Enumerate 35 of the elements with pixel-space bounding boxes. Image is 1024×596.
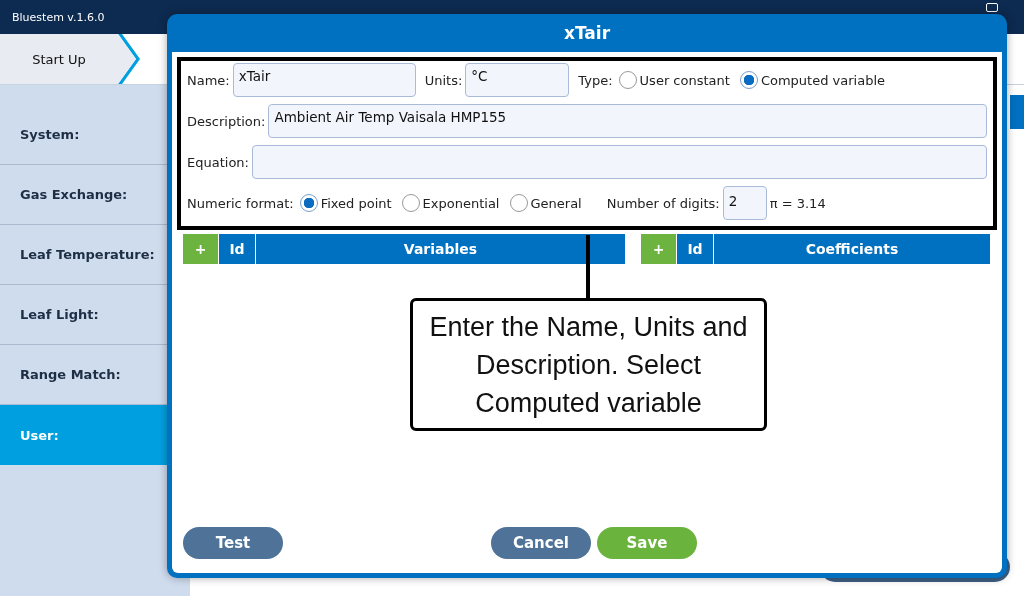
equation-field[interactable] <box>251 145 987 179</box>
chevron-icon <box>118 34 140 84</box>
equation-label: Equation: <box>187 154 249 170</box>
action-button[interactable]: Cancel <box>491 527 591 559</box>
units-label: Units: <box>424 72 463 88</box>
column-header: Id <box>677 234 713 264</box>
pi-preview: π = 3.14 <box>769 195 826 211</box>
digits-label: Number of digits: <box>606 195 720 211</box>
dialog-title: xTair <box>562 22 612 45</box>
description-field[interactable]: Ambient Air Temp Vaisala HMP155 <box>268 104 987 138</box>
units-field[interactable]: °C <box>465 63 570 97</box>
radio-label: Exponential <box>422 195 500 211</box>
radio-label: User constant <box>639 72 730 88</box>
description-label: Description: <box>187 113 266 129</box>
digits-field[interactable]: 2 <box>722 186 767 220</box>
window-icon[interactable] <box>986 3 998 12</box>
column-header: Coefficients <box>714 234 990 264</box>
radio-label: Computed variable <box>760 72 885 88</box>
radio-button[interactable] <box>618 71 637 89</box>
radio-button[interactable] <box>299 194 318 212</box>
radio-button[interactable] <box>509 194 528 212</box>
column-header: Id <box>219 234 255 264</box>
radio-label: General <box>530 195 582 211</box>
action-button[interactable]: Test <box>183 527 283 559</box>
radio-label: Fixed point <box>320 195 392 211</box>
name-label: Name: <box>187 72 230 88</box>
scroll-bar <box>1010 95 1024 129</box>
app-title: Bluestem v.1.6.0 <box>12 10 105 24</box>
numeric-format-label: Numeric format: <box>187 195 294 211</box>
type-label: Type: <box>578 72 613 88</box>
name-field[interactable]: xTair <box>232 63 416 97</box>
callout: Enter the Name, Units and Description. Select Computed variable <box>410 298 767 431</box>
radio-button[interactable] <box>401 194 420 212</box>
radio-button[interactable] <box>739 71 758 89</box>
column-header: Variables <box>256 234 625 264</box>
